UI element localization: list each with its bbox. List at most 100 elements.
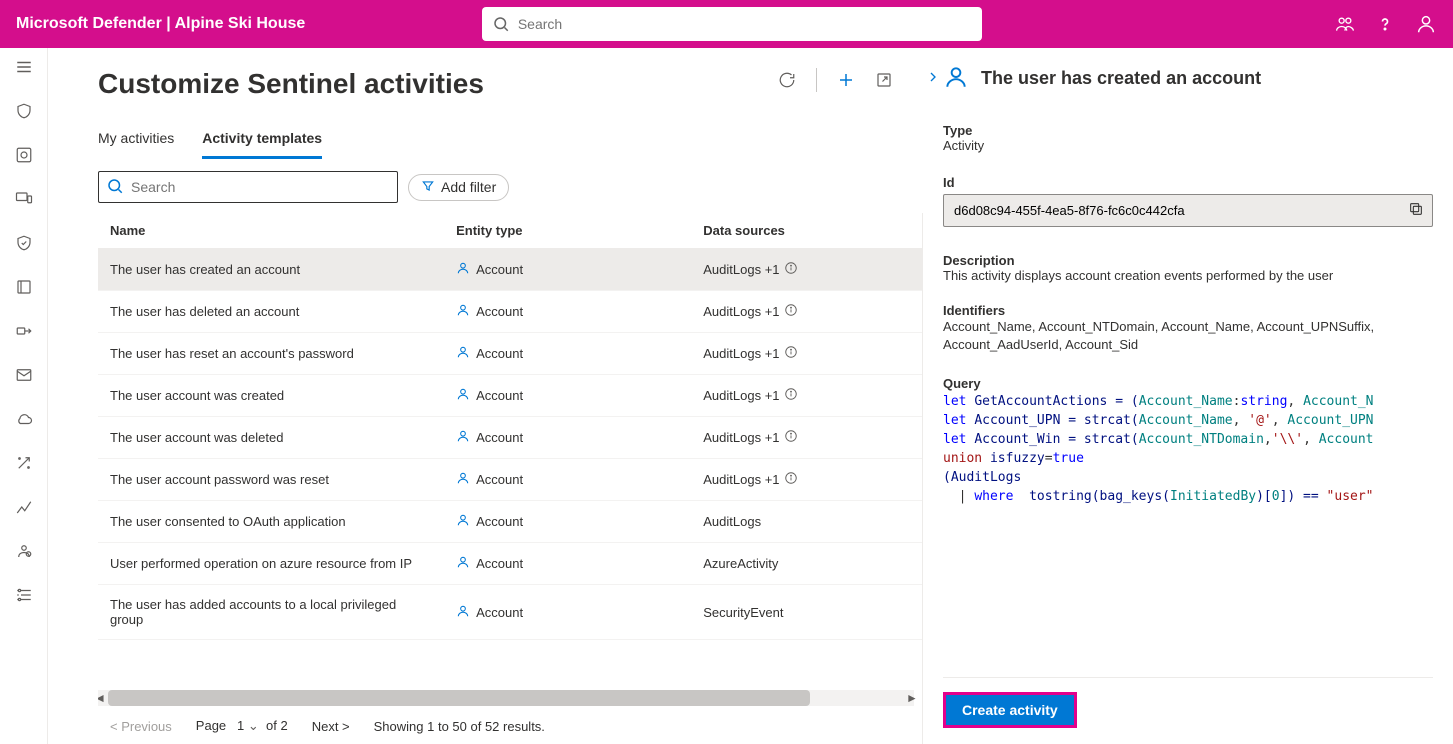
pager: < Previous Page 1 ⌄ of 2 Next > Showing … bbox=[98, 708, 922, 744]
type-value: Activity bbox=[943, 138, 1433, 153]
row-entity: Account bbox=[476, 346, 523, 361]
description-label: Description bbox=[943, 253, 1433, 268]
row-datasource: AuditLogs +1 bbox=[703, 472, 779, 487]
table-row[interactable]: The user has added accounts to a local p… bbox=[98, 585, 922, 640]
table-row[interactable]: The user account password was resetAccou… bbox=[98, 459, 922, 501]
global-search bbox=[482, 7, 982, 41]
header-actions bbox=[1335, 13, 1437, 35]
account-icon[interactable] bbox=[1415, 13, 1437, 35]
people-icon[interactable] bbox=[1335, 14, 1355, 34]
page-actions bbox=[778, 68, 893, 92]
table-row[interactable]: The user account was deletedAccountAudit… bbox=[98, 417, 922, 459]
col-name[interactable]: Name bbox=[98, 213, 444, 249]
filter-search bbox=[98, 171, 398, 203]
search-icon bbox=[492, 15, 510, 36]
activities-table: Name Entity type Data sources The user h… bbox=[98, 213, 922, 640]
table-row[interactable]: The user has reset an account's password… bbox=[98, 333, 922, 375]
query-code: let GetAccountActions = (Account_Name:st… bbox=[943, 391, 1433, 506]
collapse-panel-icon[interactable] bbox=[925, 69, 941, 88]
showing-label: Showing 1 to 50 of 52 results. bbox=[374, 719, 545, 734]
info-icon[interactable] bbox=[784, 303, 798, 320]
info-icon[interactable] bbox=[784, 471, 798, 488]
identifiers-value: Account_Name, Account_NTDomain, Account_… bbox=[943, 318, 1433, 354]
filter-search-input[interactable] bbox=[98, 171, 398, 203]
id-field bbox=[943, 194, 1433, 227]
app-header: Microsoft Defender | Alpine Ski House bbox=[0, 0, 1453, 48]
details-panel: The user has created an account Type Act… bbox=[923, 48, 1453, 744]
library-icon[interactable] bbox=[15, 278, 33, 296]
page-number[interactable]: 1 bbox=[237, 718, 244, 733]
account-icon bbox=[456, 513, 470, 530]
identity-icon[interactable] bbox=[15, 542, 33, 560]
row-name: The user account was created bbox=[98, 375, 444, 417]
info-icon[interactable] bbox=[784, 429, 798, 446]
page-label: Page bbox=[196, 718, 226, 733]
table-row[interactable]: The user account was created Account Audit… bbox=[98, 375, 922, 417]
table-row[interactable]: User performed operation on azure resour… bbox=[98, 543, 922, 585]
info-icon[interactable] bbox=[784, 345, 798, 362]
cloud-icon[interactable] bbox=[15, 410, 33, 428]
add-icon[interactable] bbox=[837, 71, 855, 89]
shield-icon[interactable] bbox=[15, 102, 33, 120]
reports-icon[interactable] bbox=[15, 498, 33, 516]
info-icon[interactable] bbox=[784, 387, 798, 404]
add-filter-label: Add filter bbox=[441, 179, 496, 195]
id-label: Id bbox=[943, 175, 1433, 190]
row-entity: Account bbox=[476, 388, 523, 403]
row-entity: Account bbox=[476, 556, 523, 571]
row-datasource: AuditLogs +1 bbox=[703, 304, 779, 319]
global-search-input[interactable] bbox=[482, 7, 982, 41]
account-icon bbox=[456, 471, 470, 488]
menu-toggle-icon[interactable] bbox=[15, 58, 33, 76]
tab-my-activities[interactable]: My activities bbox=[98, 130, 174, 159]
row-datasource: AuditLogs +1 bbox=[703, 262, 779, 277]
account-icon bbox=[456, 429, 470, 446]
help-icon[interactable] bbox=[1375, 14, 1395, 34]
copy-icon[interactable] bbox=[1400, 195, 1432, 226]
table-row[interactable]: The user has deleted an accountAccountAu… bbox=[98, 291, 922, 333]
page-total: of 2 bbox=[266, 718, 288, 733]
account-icon bbox=[456, 387, 470, 404]
tab-activity-templates[interactable]: Activity templates bbox=[202, 130, 322, 159]
next-page[interactable]: Next > bbox=[312, 719, 350, 734]
horizontal-scrollbar[interactable]: ◄ ► bbox=[98, 690, 914, 706]
description-value: This activity displays account creation … bbox=[943, 268, 1433, 283]
add-filter-button[interactable]: Add filter bbox=[408, 174, 509, 201]
asset-icon[interactable] bbox=[15, 146, 33, 164]
user-icon bbox=[943, 64, 969, 93]
info-icon[interactable] bbox=[784, 261, 798, 278]
prev-page[interactable]: < Previous bbox=[110, 719, 172, 734]
settings-icon[interactable] bbox=[15, 586, 33, 604]
devices-icon[interactable] bbox=[15, 190, 33, 208]
protection-icon[interactable] bbox=[15, 234, 33, 252]
row-name: The user consented to OAuth application bbox=[98, 501, 444, 543]
refresh-icon[interactable] bbox=[778, 71, 796, 89]
row-datasource: AuditLogs bbox=[703, 514, 761, 529]
row-name: The user has reset an account's password bbox=[98, 333, 444, 375]
create-activity-button[interactable]: Create activity bbox=[943, 692, 1077, 728]
mail-icon[interactable] bbox=[15, 366, 33, 384]
query-label: Query bbox=[943, 376, 1433, 391]
action-divider bbox=[816, 68, 817, 92]
page-chevron-icon[interactable]: ⌄ bbox=[248, 718, 263, 733]
row-name: The user account password was reset bbox=[98, 459, 444, 501]
scroll-left-icon[interactable]: ◄ bbox=[98, 690, 108, 706]
popout-icon[interactable] bbox=[875, 71, 893, 89]
col-entity[interactable]: Entity type bbox=[444, 213, 691, 249]
row-name: The user account was deleted bbox=[98, 417, 444, 459]
left-nav bbox=[0, 48, 48, 744]
scroll-right-icon[interactable]: ► bbox=[904, 690, 920, 706]
scrollbar-thumb[interactable] bbox=[108, 690, 810, 706]
id-value[interactable] bbox=[944, 195, 1400, 226]
row-datasource: AuditLogs +1 bbox=[703, 388, 779, 403]
connect-icon[interactable] bbox=[15, 322, 33, 340]
type-label: Type bbox=[943, 123, 1433, 138]
details-title: The user has created an account bbox=[981, 68, 1261, 89]
table-row[interactable]: The user consented to OAuth application A… bbox=[98, 501, 922, 543]
table-row[interactable]: The user has created an accountAccountAu… bbox=[98, 249, 922, 291]
col-data[interactable]: Data sources bbox=[691, 213, 922, 249]
row-name: The user has deleted an account bbox=[98, 291, 444, 333]
wand-icon[interactable] bbox=[15, 454, 33, 472]
search-icon bbox=[106, 177, 124, 198]
row-name: The user has added accounts to a local p… bbox=[98, 585, 444, 640]
